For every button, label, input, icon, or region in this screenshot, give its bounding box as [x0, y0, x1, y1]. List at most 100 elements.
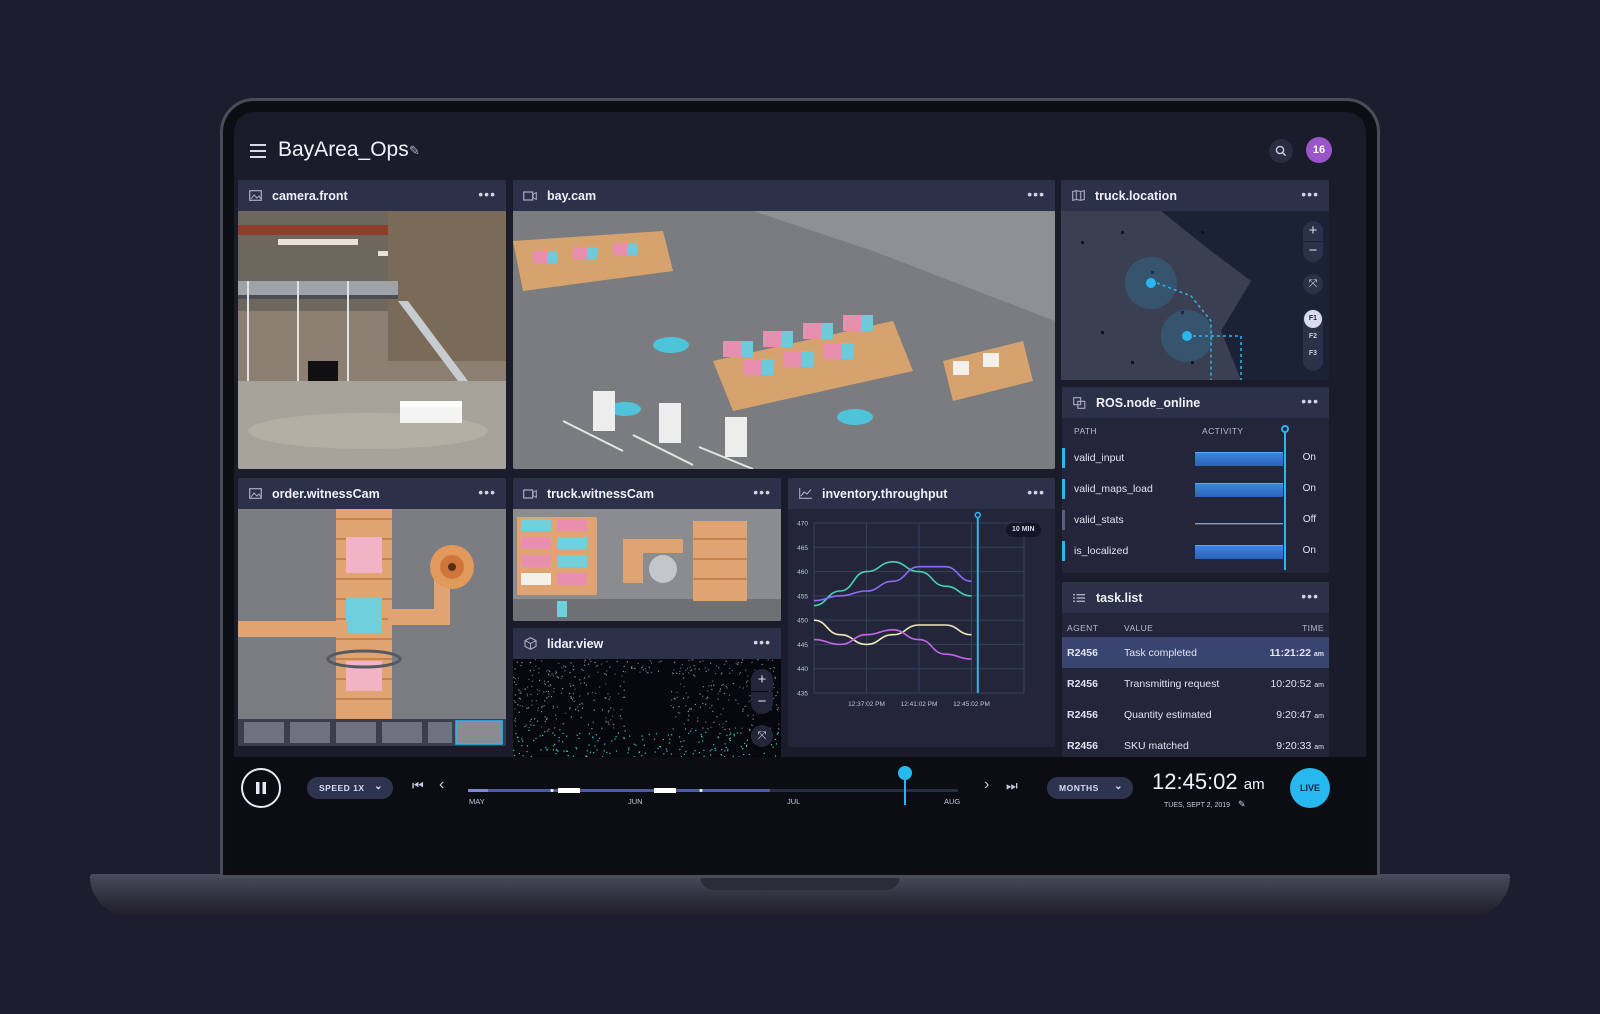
- task-time-ampm: am: [1314, 712, 1324, 720]
- x-tick-label: 12:45:02 PM: [953, 701, 990, 708]
- truck-location-panel: truck.location ••• + − ⤧ F1 F2 F3: [1061, 180, 1329, 380]
- timeline-event-marker[interactable]: [654, 788, 676, 793]
- panel-title: task.list: [1096, 590, 1143, 605]
- month-label-may: MAY: [469, 797, 485, 806]
- floor-f1-button[interactable]: F1: [1304, 310, 1322, 328]
- timeline-track[interactable]: [468, 765, 968, 815]
- activity-bar: [1195, 545, 1283, 559]
- y-tick-label: 465: [797, 545, 808, 552]
- more-options-icon[interactable]: •••: [478, 187, 496, 201]
- task-row[interactable]: R2456 SKU matched 9:20:33 am: [1062, 730, 1329, 757]
- more-options-icon[interactable]: •••: [753, 485, 771, 499]
- zoom-out-button[interactable]: −: [1303, 242, 1323, 262]
- throughput-chart-svg: 470 465 460 455 450 445 440 435 12:37:02 PM 12:41…: [797, 511, 1025, 708]
- menu-icon[interactable]: [250, 144, 266, 158]
- more-options-icon[interactable]: •••: [1027, 485, 1045, 499]
- panel-title: inventory.throughput: [822, 486, 948, 501]
- ros-node-row[interactable]: is_localized On: [1062, 535, 1329, 566]
- task-row[interactable]: R2456 Task completed 11:21:22 am: [1062, 637, 1329, 668]
- panel-header: camera.front •••: [238, 180, 506, 211]
- pause-button[interactable]: [241, 768, 281, 808]
- lidar-view-panel: lidar.view ••• + − ⤧: [513, 628, 781, 757]
- step-back-icon[interactable]: ‹: [439, 776, 444, 794]
- x-tick-label: 12:41:02 PM: [901, 701, 938, 708]
- skip-to-start-icon[interactable]: ⏮: [412, 778, 424, 794]
- panel-header: inventory.throughput •••: [788, 478, 1055, 509]
- lidar-recenter-button[interactable]: ⤧: [751, 725, 773, 747]
- floor-f2-button[interactable]: F2: [1303, 333, 1323, 340]
- ros-node-row[interactable]: valid_stats Off: [1062, 504, 1329, 535]
- panel-header: bay.cam •••: [513, 180, 1055, 211]
- speed-dropdown[interactable]: SPEED 1X ⌄: [307, 777, 393, 799]
- more-options-icon[interactable]: •••: [1027, 187, 1045, 201]
- status-marker: [1062, 540, 1065, 561]
- task-time-ampm: am: [1314, 743, 1324, 751]
- edit-date-icon[interactable]: ✎: [1238, 799, 1246, 809]
- more-options-icon[interactable]: •••: [1301, 187, 1319, 201]
- floor-f3-button[interactable]: F3: [1303, 350, 1323, 357]
- period-dropdown[interactable]: MONTHS ⌄: [1047, 777, 1133, 799]
- recenter-button[interactable]: ⤧: [1303, 274, 1323, 294]
- task-agent: R2456: [1067, 739, 1098, 752]
- truck-camera-render: [513, 509, 781, 621]
- more-options-icon[interactable]: •••: [753, 635, 771, 649]
- task-row[interactable]: R2456 Quantity estimated 9:20:47 am: [1062, 699, 1329, 730]
- more-options-icon[interactable]: •••: [478, 485, 496, 499]
- zoom-in-button[interactable]: +: [1303, 221, 1323, 241]
- task-time-value: 9:20:47: [1276, 708, 1312, 721]
- cube-icon: [523, 637, 537, 651]
- y-tick-label: 460: [797, 569, 808, 576]
- task-list-panel: task.list ••• AGENT VALUE TIME R2456 Task…: [1062, 582, 1329, 757]
- node-state: Off: [1302, 514, 1316, 525]
- activity-bar: [1195, 452, 1283, 466]
- time-window-badge[interactable]: 10 MIN: [1006, 523, 1041, 537]
- timeline-segment: [468, 789, 488, 792]
- node-path: valid_maps_load: [1074, 482, 1153, 495]
- timeline-playhead-handle[interactable]: [898, 766, 912, 780]
- panel-header: task.list •••: [1062, 582, 1329, 613]
- panel-header: lidar.view •••: [513, 628, 781, 659]
- search-button[interactable]: [1269, 139, 1293, 163]
- more-options-icon[interactable]: •••: [1301, 394, 1319, 408]
- series-line-3: [813, 619, 972, 646]
- ros-node-row[interactable]: valid_maps_load On: [1062, 473, 1329, 504]
- task-agent: R2456: [1067, 677, 1098, 690]
- activity-cursor-line: [1284, 430, 1286, 570]
- timeline-event-dot[interactable]: [550, 789, 554, 792]
- user-avatar[interactable]: 16: [1306, 137, 1332, 163]
- more-options-icon[interactable]: •••: [1301, 589, 1319, 603]
- panel-header: order.witnessCam •••: [238, 478, 506, 509]
- column-header-activity: ACTIVITY: [1202, 426, 1244, 436]
- task-agent: R2456: [1067, 646, 1098, 659]
- task-time: 9:20:33 am: [1276, 740, 1324, 752]
- task-value: Quantity estimated: [1124, 708, 1212, 721]
- panel-title: bay.cam: [547, 188, 597, 203]
- timeline-event-dot[interactable]: [699, 789, 703, 792]
- task-value: SKU matched: [1124, 739, 1189, 752]
- timeline-event-marker[interactable]: [558, 788, 580, 793]
- column-header-path: PATH: [1074, 426, 1098, 436]
- lidar-zoom-in-button[interactable]: +: [751, 669, 773, 691]
- task-time: 11:21:22 am: [1270, 647, 1325, 659]
- activity-cursor-handle[interactable]: [1281, 425, 1289, 433]
- chart-cursor-handle[interactable]: [974, 511, 982, 519]
- skip-to-end-icon[interactable]: ⏭: [1006, 778, 1018, 794]
- task-time-ampm: am: [1314, 681, 1324, 689]
- step-forward-icon[interactable]: ›: [984, 776, 989, 794]
- ros-node-row[interactable]: valid_input On: [1062, 442, 1329, 473]
- lidar-point-cloud: + − ⤧: [513, 659, 781, 757]
- list-icon: [1072, 591, 1086, 605]
- lidar-zoom-out-button[interactable]: −: [751, 692, 773, 714]
- warehouse-camera-feed: [238, 211, 506, 469]
- order-camera-render: [238, 509, 506, 746]
- edit-title-icon[interactable]: ✎: [409, 143, 420, 159]
- live-button[interactable]: LIVE: [1290, 768, 1330, 808]
- panel-header: truck.witnessCam •••: [513, 478, 781, 509]
- series-line-1: [813, 561, 972, 607]
- task-row[interactable]: R2456 Transmitting request 10:20:52 am: [1062, 668, 1329, 699]
- panel-header: truck.location •••: [1061, 180, 1329, 211]
- activity-bar: [1195, 483, 1283, 497]
- y-tick-label: 445: [797, 642, 808, 649]
- y-tick-label: 450: [797, 618, 808, 625]
- location-map: + − ⤧ F1 F2 F3: [1061, 211, 1329, 380]
